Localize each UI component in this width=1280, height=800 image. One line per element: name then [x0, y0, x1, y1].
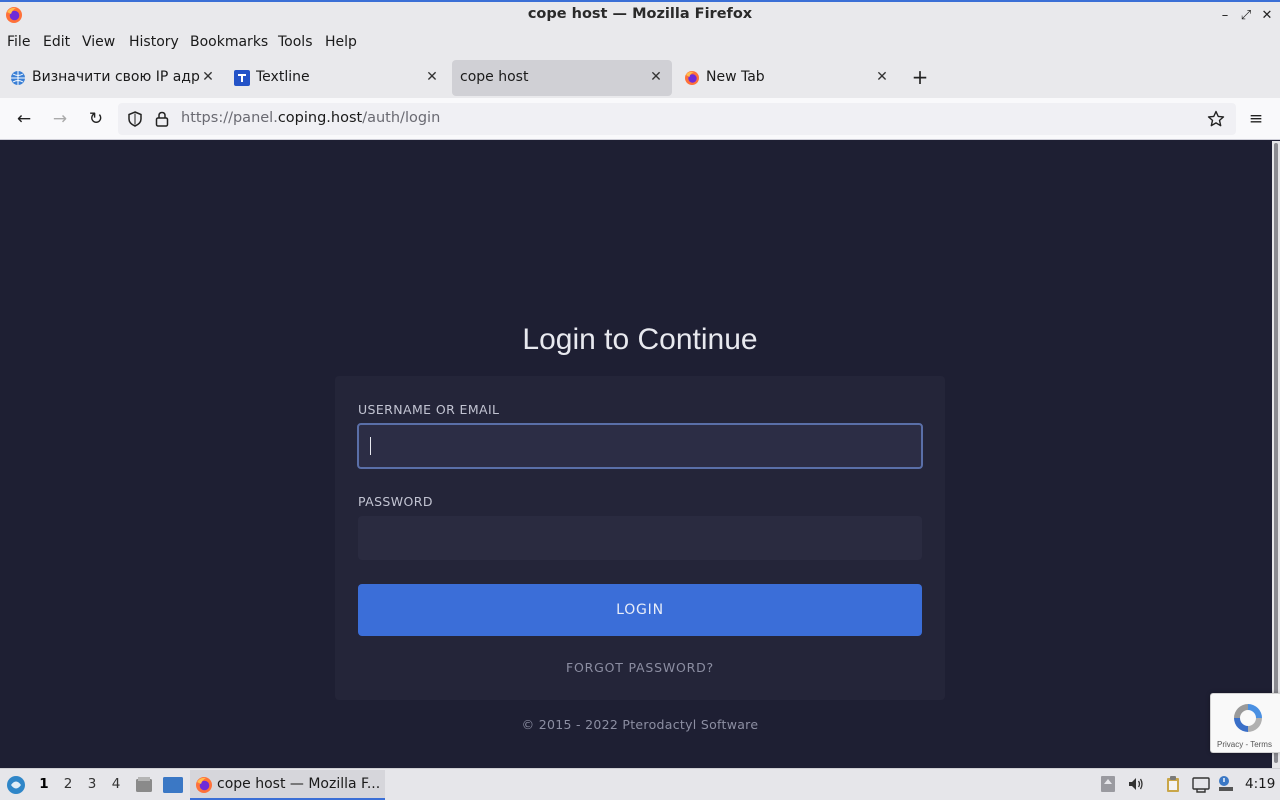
start-menu-icon[interactable] [6, 775, 26, 795]
network-icon[interactable] [1192, 775, 1210, 793]
hamburger-menu-icon[interactable]: ≡ [1244, 107, 1268, 131]
window-title: cope host — Mozilla Firefox [527, 6, 753, 22]
minimize-icon[interactable]: – [1215, 6, 1235, 26]
tab-label: New Tab [706, 69, 765, 85]
tab-label: Textline [256, 69, 310, 85]
page-scrollbar[interactable] [1272, 141, 1280, 768]
tab-strip: Визначити свою IP адре ✕ Textline ✕ cope… [0, 58, 1280, 98]
desktop-icon[interactable] [163, 777, 183, 793]
task-label: cope host — Mozilla F... [217, 776, 381, 792]
back-arrow-icon[interactable]: ← [12, 107, 36, 131]
menu-file[interactable]: File [7, 34, 30, 50]
new-tab-button[interactable]: + [908, 66, 932, 90]
updates-icon[interactable] [1099, 775, 1117, 793]
tab-new-tab[interactable]: New Tab ✕ [676, 60, 896, 96]
menu-edit[interactable]: Edit [43, 34, 70, 50]
taskbar-firefox-window[interactable]: cope host — Mozilla F... [190, 770, 385, 800]
workspace-3[interactable]: 3 [85, 776, 99, 792]
password-field[interactable] [358, 516, 922, 560]
page-title: Login to Continue [522, 323, 758, 356]
clipboard-icon[interactable] [1164, 775, 1182, 793]
tab-close-icon[interactable]: ✕ [648, 68, 664, 86]
reload-icon[interactable]: ↻ [84, 107, 108, 131]
notification-icon[interactable] [1217, 775, 1235, 793]
volume-icon[interactable] [1127, 775, 1145, 793]
login-card: USERNAME OR EMAIL PASSWORD LOGIN FORGOT … [335, 376, 945, 700]
tab-cope-host[interactable]: cope host ✕ [452, 60, 672, 96]
forgot-password-link[interactable]: FORGOT PASSWORD? [335, 660, 945, 675]
tab-close-icon[interactable]: ✕ [874, 68, 890, 86]
username-field[interactable] [357, 423, 923, 469]
text-caret [370, 437, 371, 455]
url-text[interactable]: https://panel.coping.host/auth/login [181, 110, 440, 126]
workspace-2[interactable]: 2 [61, 776, 75, 792]
textline-icon [234, 70, 250, 86]
close-icon[interactable]: ✕ [1257, 6, 1277, 26]
workspace-1[interactable]: 1 [37, 776, 51, 792]
maximize-icon[interactable]: ⤢ [1236, 6, 1256, 26]
tab-close-icon[interactable]: ✕ [424, 68, 440, 86]
recaptcha-links[interactable]: Privacy - Terms [1217, 740, 1272, 749]
url-bar[interactable]: https://panel.coping.host/auth/login [118, 103, 1236, 135]
file-manager-icon[interactable] [135, 776, 153, 794]
shield-icon[interactable] [127, 111, 143, 127]
workspace-4[interactable]: 4 [109, 776, 123, 792]
recaptcha-icon [1234, 704, 1262, 732]
menu-help[interactable]: Help [325, 34, 357, 50]
tab-textline[interactable]: Textline ✕ [226, 60, 444, 96]
tab-ip-lookup[interactable]: Визначити свою IP адре ✕ [2, 60, 220, 96]
tab-close-icon[interactable]: ✕ [200, 68, 216, 86]
tab-label: cope host [460, 69, 529, 85]
firefox-icon [685, 71, 699, 85]
recaptcha-badge[interactable]: Privacy - Terms [1210, 693, 1280, 753]
menu-bar: File Edit View History Bookmarks Tools H… [0, 30, 1280, 58]
globe-icon [11, 71, 25, 85]
scrollbar-thumb[interactable] [1274, 143, 1278, 763]
menu-view[interactable]: View [82, 34, 115, 50]
clock: 4:19 [1245, 776, 1276, 792]
menu-tools[interactable]: Tools [278, 34, 313, 50]
menu-bookmarks[interactable]: Bookmarks [190, 34, 268, 50]
copyright-text: © 2015 - 2022 Pterodactyl Software [521, 717, 759, 732]
forward-arrow-icon[interactable]: → [48, 107, 72, 131]
window-titlebar: cope host — Mozilla Firefox – ⤢ ✕ [0, 0, 1280, 30]
login-button[interactable]: LOGIN [358, 584, 922, 636]
firefox-icon [196, 777, 212, 793]
bookmark-star-icon[interactable] [1207, 110, 1225, 128]
lock-icon[interactable] [155, 111, 169, 127]
navigation-bar: ← → ↻ https://panel.coping.host/auth/log… [0, 98, 1280, 140]
username-label: USERNAME OR EMAIL [358, 402, 500, 417]
menu-history[interactable]: History [129, 34, 179, 50]
taskbar: 1 2 3 4 cope host — Mozilla F... 4:19 [0, 768, 1280, 800]
password-label: PASSWORD [358, 494, 433, 509]
tab-label: Визначити свою IP адре [32, 69, 200, 85]
